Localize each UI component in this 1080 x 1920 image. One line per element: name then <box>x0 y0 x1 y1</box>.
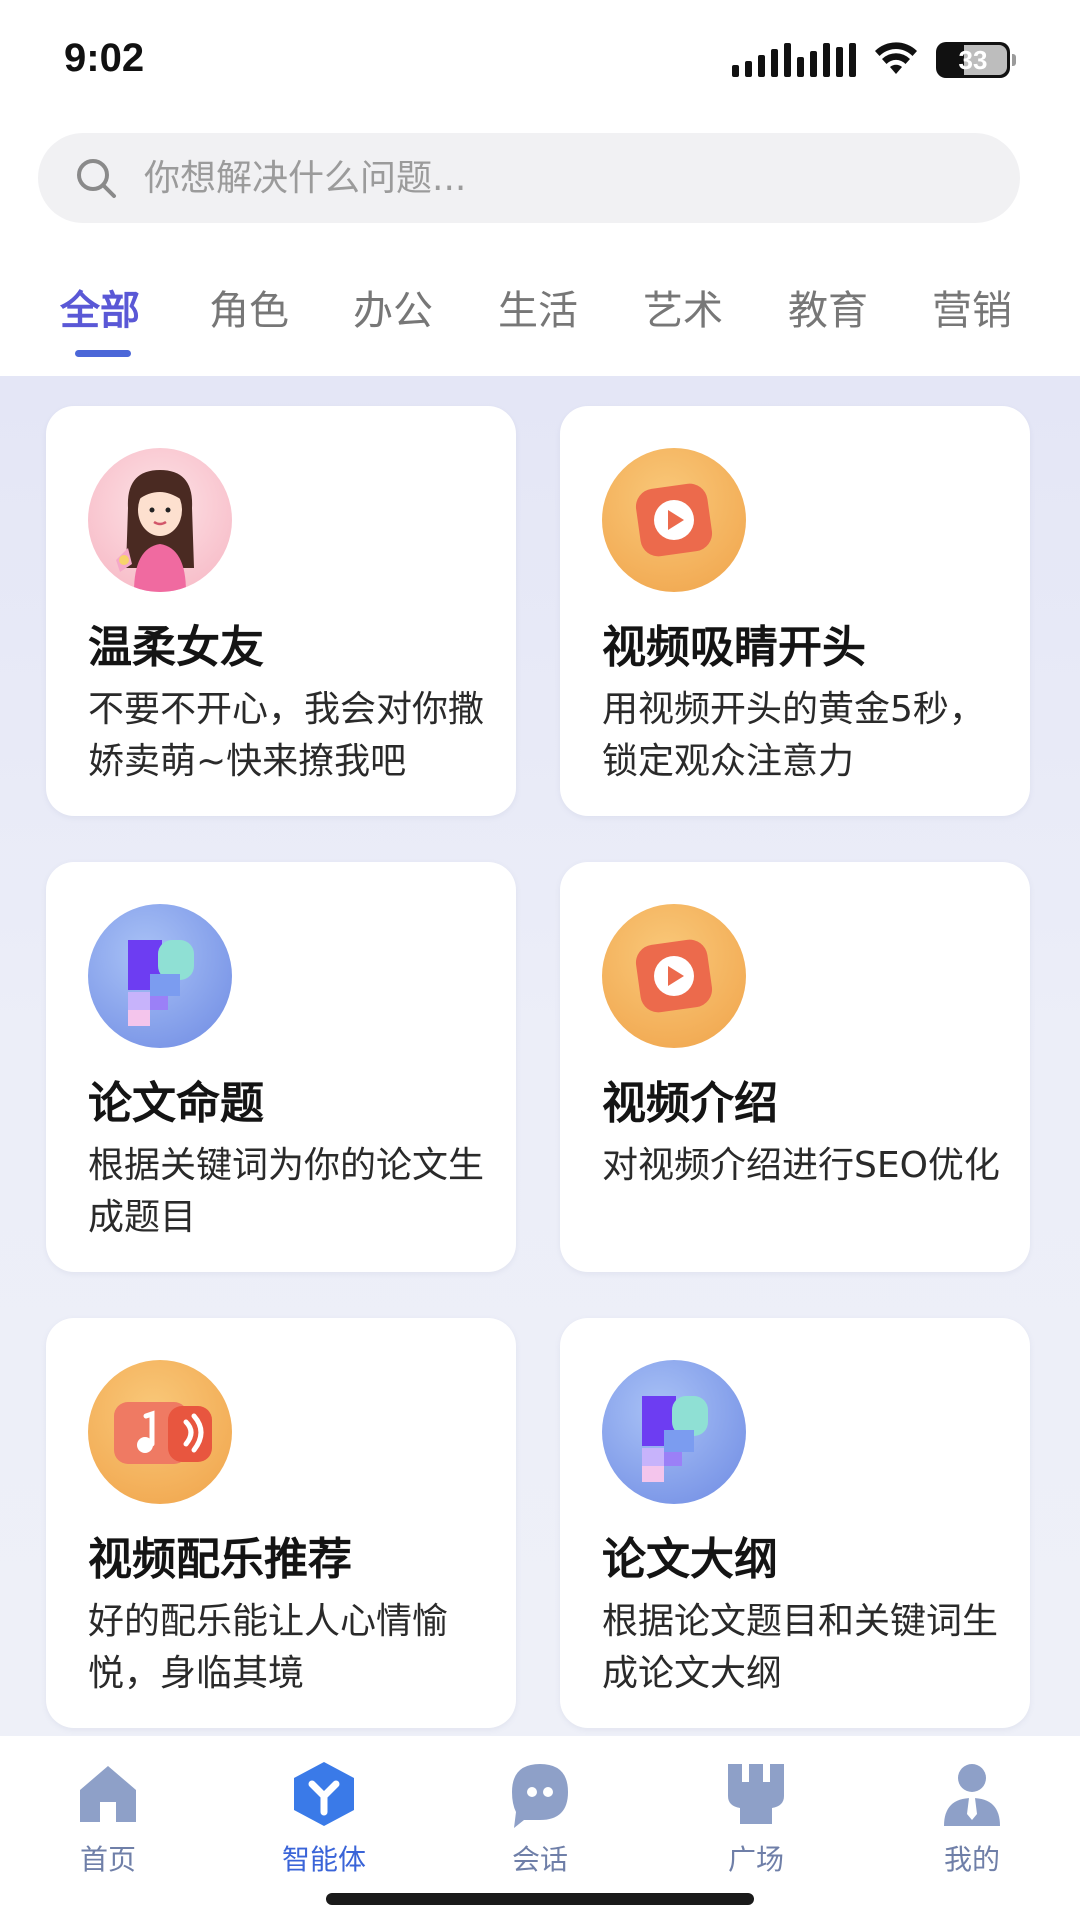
agent-card[interactable]: 视频介绍 对视频介绍进行SEO优化 <box>560 862 1030 1272</box>
status-bar: 9:02 33 <box>0 0 1080 120</box>
card-description: 用视频开头的黄金5秒，锁定观众注意力 <box>602 689 985 782</box>
girlfriend-avatar-icon <box>88 448 232 592</box>
search-input[interactable] <box>144 157 1020 199</box>
home-indicator[interactable] <box>326 1893 754 1905</box>
nav-label: 智能体 <box>281 1843 366 1876</box>
tab-role[interactable]: 角色 <box>209 278 289 336</box>
nav-plaza[interactable]: 广场 <box>676 1758 836 1878</box>
card-title: 论文命题 <box>88 1078 264 1129</box>
card-description: 好的配乐能让人心情愉悦，身临其境 <box>88 1601 449 1694</box>
status-time: 9:02 <box>64 36 145 80</box>
agent-card[interactable]: 温柔女友 不要不开心，我会对你撒娇卖萌~快来撩我吧 <box>46 406 516 816</box>
wifi-icon <box>875 42 917 74</box>
card-title: 视频吸睛开头 <box>602 622 866 673</box>
card-title: 温柔女友 <box>88 622 264 673</box>
category-tabs: 全部 角色 办公 生活 艺术 教育 营销 <box>0 260 1080 370</box>
tab-life[interactable]: 生活 <box>498 278 578 336</box>
tab-all[interactable]: 全部 <box>60 278 140 336</box>
paper-blocks-icon <box>88 904 232 1048</box>
status-icons: 33 <box>732 42 1016 78</box>
chat-bubble-icon <box>512 1764 568 1828</box>
card-title: 视频配乐推荐 <box>88 1534 352 1585</box>
nav-label: 我的 <box>943 1843 1000 1876</box>
nav-agents[interactable]: 智能体 <box>244 1758 404 1878</box>
nav-label: 首页 <box>79 1843 136 1876</box>
tab-marketing[interactable]: 营销 <box>932 278 1012 336</box>
nav-label: 广场 <box>727 1843 784 1876</box>
video-play-icon <box>602 904 746 1048</box>
video-play-icon <box>602 448 746 592</box>
tab-office[interactable]: 办公 <box>353 278 433 336</box>
card-description: 不要不开心，我会对你撒娇卖萌~快来撩我吧 <box>88 689 485 782</box>
battery-level: 33 <box>958 44 988 75</box>
nav-chat[interactable]: 会话 <box>460 1758 620 1878</box>
paper-blocks-icon <box>602 1360 746 1504</box>
card-description: 根据关键词为你的论文生成题目 <box>88 1145 485 1238</box>
plaza-icon <box>728 1764 784 1824</box>
search-bar[interactable] <box>38 133 1020 223</box>
card-description: 对视频介绍进行SEO优化 <box>602 1145 1000 1186</box>
card-title: 论文大纲 <box>602 1534 778 1585</box>
search-icon <box>77 159 116 198</box>
card-description: 根据论文题目和关键词生成论文大纲 <box>602 1601 999 1694</box>
nav-label: 会话 <box>511 1843 568 1876</box>
agent-card[interactable]: 视频配乐推荐 好的配乐能让人心情愉悦，身临其境 <box>46 1318 516 1728</box>
agent-grid: 温柔女友 不要不开心，我会对你撒娇卖萌~快来撩我吧 视频吸睛开头 用视频开头的黄… <box>0 376 1080 1736</box>
nav-home[interactable]: 首页 <box>28 1758 188 1878</box>
profile-icon <box>944 1764 1000 1826</box>
signal-icon <box>732 43 856 77</box>
card-title: 视频介绍 <box>602 1078 778 1129</box>
agent-cube-icon <box>294 1762 354 1826</box>
tab-art[interactable]: 艺术 <box>643 278 723 336</box>
active-tab-indicator <box>75 350 131 357</box>
home-icon <box>80 1766 136 1822</box>
nav-profile[interactable]: 我的 <box>892 1758 1052 1878</box>
agent-card[interactable]: 论文大纲 根据论文题目和关键词生成论文大纲 <box>560 1318 1030 1728</box>
tab-education[interactable]: 教育 <box>788 278 868 336</box>
battery-icon: 33 <box>936 42 1016 78</box>
agent-card[interactable]: 论文命题 根据关键词为你的论文生成题目 <box>46 862 516 1272</box>
agent-card[interactable]: 视频吸睛开头 用视频开头的黄金5秒，锁定观众注意力 <box>560 406 1030 816</box>
music-note-icon <box>88 1360 232 1504</box>
